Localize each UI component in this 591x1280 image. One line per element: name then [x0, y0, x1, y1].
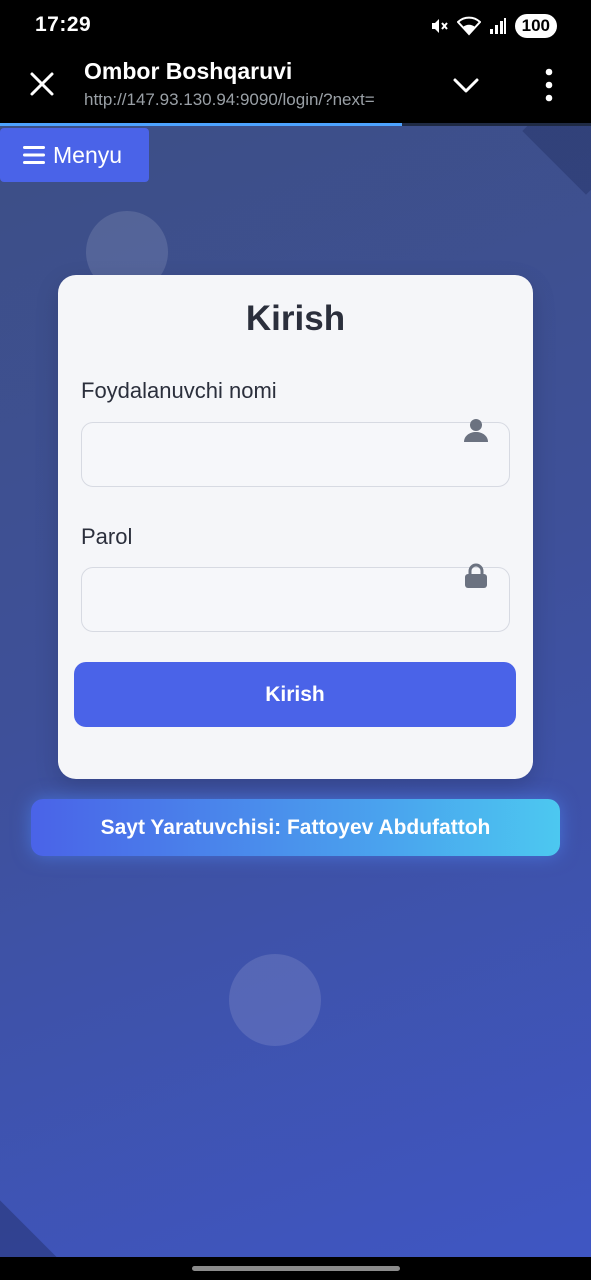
login-submit-button[interactable]: Kirish [74, 662, 516, 727]
signal-icon [489, 17, 507, 35]
browser-page-title: Ombor Boshqaruvi [84, 58, 293, 84]
close-button[interactable] [26, 68, 58, 100]
chevron-down-icon [453, 78, 479, 93]
password-input[interactable] [81, 567, 510, 632]
login-card: Kirish Foydalanuvchi nomi Parol Kirish [58, 275, 533, 779]
lock-icon [465, 563, 487, 588]
more-vert-icon [545, 68, 553, 102]
username-label: Foydalanuvchi nomi [81, 378, 277, 403]
home-gesture-handle[interactable] [192, 1266, 400, 1271]
close-icon [30, 72, 54, 96]
hamburger-icon [23, 146, 45, 164]
status-icons: 100 [429, 12, 557, 40]
battery-icon: 100 [514, 14, 557, 38]
decorative-bubble [229, 954, 321, 1046]
status-time: 17:29 [35, 13, 92, 36]
expand-button[interactable] [450, 70, 482, 100]
mute-icon [429, 16, 449, 36]
system-nav-bar [0, 1257, 591, 1280]
browser-url[interactable]: http://147.93.130.94:9090/login/?next= [84, 90, 426, 110]
credit-banner: Sayt Yaratuvchisi: Fattoyev Abdufattoh [31, 799, 560, 856]
page-content: Menyu Kirish Foydalanuvchi nomi Parol Ki… [0, 126, 591, 1257]
decorative-corner [0, 1200, 57, 1257]
menu-button-label: Menyu [53, 141, 123, 168]
status-bar: 17:29 100 [0, 0, 591, 52]
decorative-corner [522, 126, 591, 195]
menu-button[interactable]: Menyu [0, 128, 149, 182]
password-label: Parol [81, 524, 133, 549]
browser-toolbar: Ombor Boshqaruvi http://147.93.130.94:90… [0, 52, 591, 126]
wifi-icon [456, 16, 481, 36]
user-icon [464, 419, 488, 442]
username-input[interactable] [81, 422, 510, 487]
login-title: Kirish [245, 299, 346, 338]
more-options-button[interactable] [538, 66, 560, 104]
